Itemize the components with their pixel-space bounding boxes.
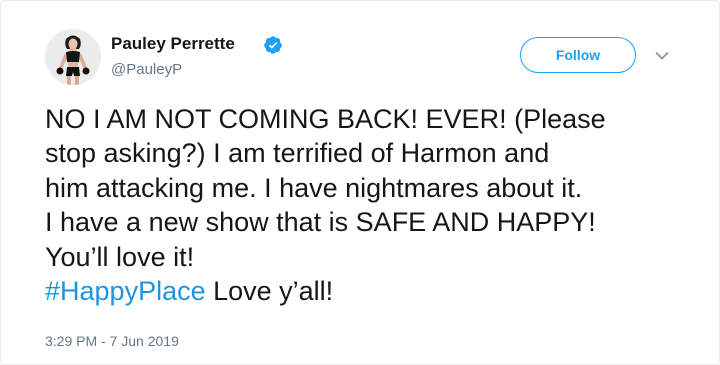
tweet-text-line: him attacking me. I have nightmares abou…: [45, 172, 583, 203]
avatar[interactable]: [45, 29, 101, 85]
user-handle[interactable]: @PauleyP: [111, 61, 182, 78]
tweet-text-line: I have a new show that is SAFE AND HAPPY…: [45, 207, 596, 238]
tweet-text-line-last: #HappyPlace Love y’all!: [45, 274, 685, 308]
tweet-timestamp[interactable]: 3:29 PM - 7 Jun 2019: [45, 333, 179, 349]
chevron-down-icon[interactable]: [655, 51, 669, 61]
verified-badge-icon: [264, 36, 282, 54]
tweet-card: Pauley Perrette @PauleyP Follow NO I AM …: [0, 0, 720, 365]
follow-button[interactable]: Follow: [520, 37, 636, 73]
profile-photo-icon: [45, 29, 101, 85]
tweet-text-tail: Love y’all!: [205, 276, 334, 307]
display-name[interactable]: Pauley Perrette: [111, 34, 235, 54]
hashtag-link[interactable]: #HappyPlace: [45, 276, 206, 306]
tweet-text: NO I AM NOT COMING BACK! EVER! (Please s…: [45, 102, 685, 308]
tweet-text-line: NO I AM NOT COMING BACK! EVER! (Please: [45, 104, 606, 134]
tweet-text-line: You’ll love it!: [45, 241, 195, 272]
tweet-text-line: stop asking?) I am terrified of Harmon a…: [45, 138, 550, 169]
